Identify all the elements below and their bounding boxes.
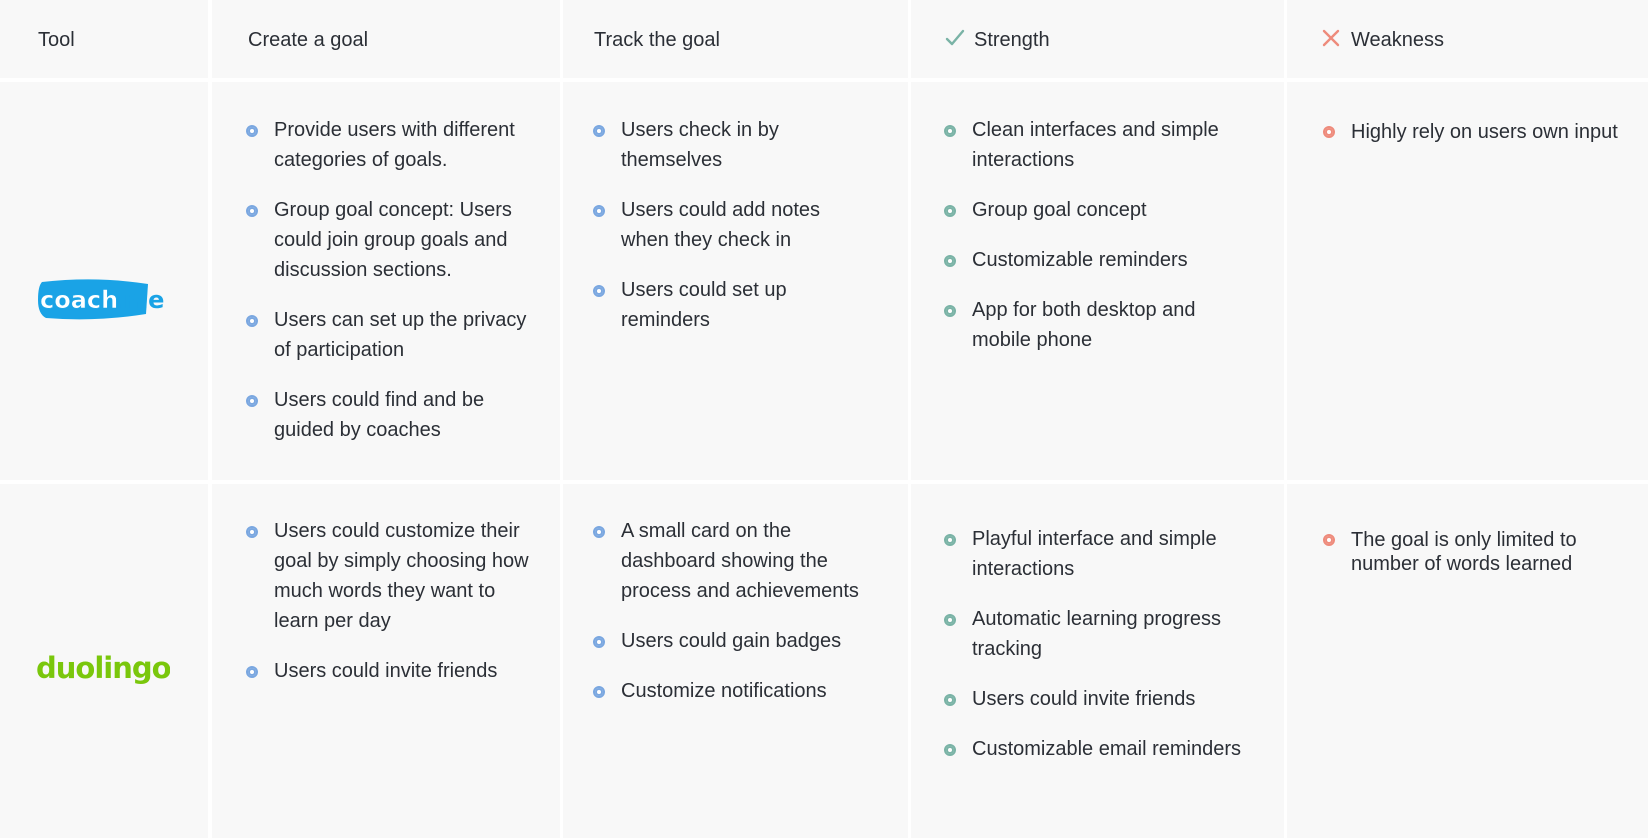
bullet-icon <box>944 125 956 137</box>
list-item: A small card on the dashboard showing th… <box>593 516 883 606</box>
bullet-icon <box>944 305 956 317</box>
bullet-icon <box>944 255 956 267</box>
bullet-icon <box>593 205 605 217</box>
list-item: Users could invite friends <box>944 684 1244 714</box>
row-1-weakness-list: Highly rely on users own input <box>1323 120 1623 164</box>
svg-text:duolingo: duolingo <box>36 651 170 685</box>
bullet-icon <box>593 285 605 297</box>
header-cell-create-goal: Create a goal <box>212 0 560 78</box>
coachme-logo: coach .me <box>38 279 164 320</box>
bullet-icon <box>944 534 956 546</box>
list-item: Users could gain badges <box>593 626 883 656</box>
bullet-icon <box>944 744 956 756</box>
list-item: Users could add notes when they check in <box>593 195 873 255</box>
list-item: Users could set up reminders <box>593 275 873 335</box>
row-1-strength-cell: Clean interfaces and simple interactions… <box>911 82 1284 480</box>
bullet-icon <box>593 526 605 538</box>
row-2-strength-cell: Playful interface and simple interaction… <box>911 484 1284 838</box>
header-strength-label: Strength <box>974 29 1050 51</box>
bullet-icon <box>246 125 258 137</box>
list-item: Group goal concept: Users could join gro… <box>246 195 536 285</box>
list-item: Customizable email reminders <box>944 734 1244 764</box>
bullet-icon <box>593 686 605 698</box>
header-weakness-label: Weakness <box>1351 29 1445 51</box>
bullet-icon <box>944 694 956 706</box>
row-1-strength-list: Clean interfaces and simple interactions… <box>944 115 1244 375</box>
list-item: The goal is only limited to number of wo… <box>1323 528 1623 576</box>
header-tool-label: Tool <box>38 29 75 51</box>
check-icon <box>945 29 965 46</box>
list-item: Users could customize their goal by simp… <box>246 516 540 636</box>
bullet-icon <box>246 666 258 678</box>
row-2-weakness-list: The goal is only limited to number of wo… <box>1323 528 1623 596</box>
row-1-weakness-cell: Highly rely on users own input <box>1287 82 1648 480</box>
bullet-icon <box>246 205 258 217</box>
row-1-create-goal-list: Provide users with different categories … <box>246 115 536 465</box>
list-item: Group goal concept <box>944 195 1244 225</box>
header-cell-track-goal: Track the goal <box>563 0 908 78</box>
row-2-weakness-cell: The goal is only limited to number of wo… <box>1287 484 1648 838</box>
header-cell-weakness: Weakness <box>1287 0 1648 78</box>
header-create-goal-label: Create a goal <box>248 29 369 51</box>
list-item: Customize notifications <box>593 676 883 706</box>
list-item: Highly rely on users own input <box>1323 120 1623 144</box>
row-1-create-goal-cell: Provide users with different categories … <box>212 82 560 480</box>
list-item: Playful interface and simple interaction… <box>944 524 1244 584</box>
bullet-icon <box>246 395 258 407</box>
bullet-icon <box>1323 126 1335 138</box>
svg-text:.me: .me <box>114 286 164 314</box>
list-item: Users check in by themselves <box>593 115 873 175</box>
duolingo-logo: duolingo <box>36 651 170 685</box>
list-item: Clean interfaces and simple interactions <box>944 115 1244 175</box>
row-1-track-goal-cell: Users check in by themselves Users could… <box>563 82 908 480</box>
row-1-track-goal-list: Users check in by themselves Users could… <box>593 115 873 355</box>
list-item: Users could find and be guided by coache… <box>246 385 536 445</box>
comparison-table: Tool Create a goal Track the goal Streng… <box>0 0 1648 838</box>
row-2-track-goal-list: A small card on the dashboard showing th… <box>593 516 883 726</box>
row-2-tool-cell: duolingo <box>0 484 208 838</box>
list-item: Customizable reminders <box>944 245 1244 275</box>
x-icon <box>1322 29 1340 47</box>
row-2-strength-list: Playful interface and simple interaction… <box>944 524 1244 784</box>
row-1-tool-cell: coach .me <box>0 82 208 480</box>
header-track-goal-label: Track the goal <box>594 29 720 51</box>
list-item: Users can set up the privacy of particip… <box>246 305 536 365</box>
bullet-icon <box>593 125 605 137</box>
list-item: Automatic learning progress tracking <box>944 604 1244 664</box>
list-item: App for both desktop and mobile phone <box>944 295 1244 355</box>
bullet-icon <box>944 614 956 626</box>
row-2-create-goal-list: Users could customize their goal by simp… <box>246 516 540 706</box>
list-item: Users could invite friends <box>246 656 540 686</box>
svg-text:coach: coach <box>40 286 118 314</box>
bullet-icon <box>1323 534 1335 546</box>
header-cell-strength: Strength <box>911 0 1284 78</box>
row-2-track-goal-cell: A small card on the dashboard showing th… <box>563 484 908 838</box>
bullet-icon <box>246 526 258 538</box>
bullet-icon <box>246 315 258 327</box>
header-cell-tool: Tool <box>0 0 208 78</box>
list-item: Provide users with different categories … <box>246 115 536 175</box>
row-2-create-goal-cell: Users could customize their goal by simp… <box>212 484 560 838</box>
bullet-icon <box>593 636 605 648</box>
bullet-icon <box>944 205 956 217</box>
